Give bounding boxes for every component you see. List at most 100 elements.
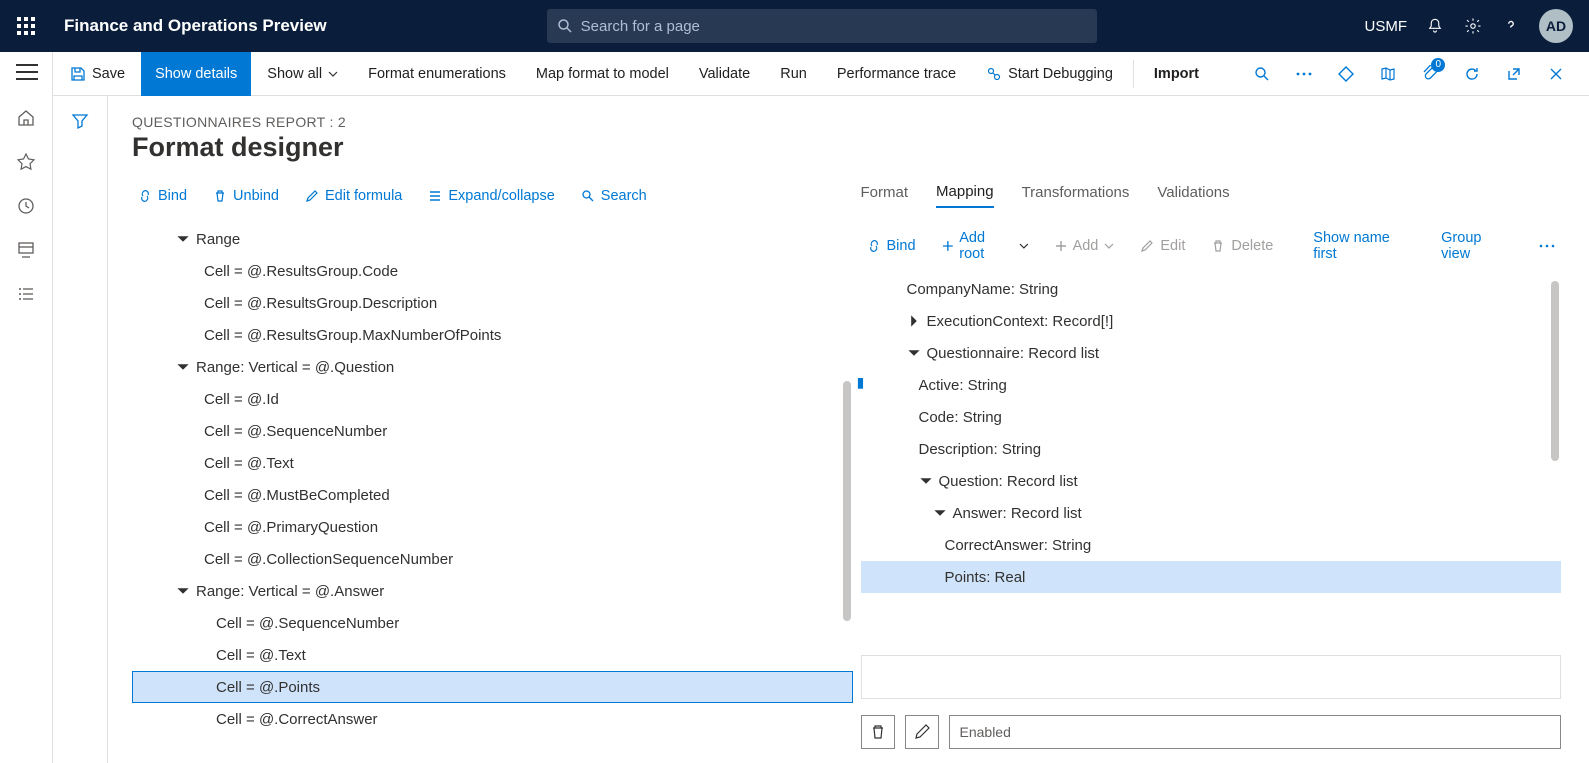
plus-icon bbox=[1055, 240, 1067, 252]
tree-row[interactable]: Cell = @.SequenceNumber bbox=[132, 607, 853, 639]
diamond-icon[interactable] bbox=[1331, 56, 1361, 92]
map-format-to-model-button[interactable]: Map format to model bbox=[522, 52, 683, 96]
map-icon[interactable] bbox=[1373, 56, 1403, 92]
tree-label: Cell = @.SequenceNumber bbox=[216, 615, 399, 632]
gear-icon[interactable] bbox=[1463, 16, 1483, 36]
tree-row[interactable]: Cell = @.Points bbox=[132, 671, 853, 703]
show-name-first-button[interactable]: Show name first bbox=[1307, 226, 1421, 266]
show-all-button[interactable]: Show all bbox=[253, 52, 352, 96]
tree-row[interactable]: Question: Record list bbox=[861, 465, 1562, 497]
tree-row[interactable]: Range: Vertical = @.Question bbox=[132, 351, 853, 383]
tree-row[interactable]: Cell = @.Id bbox=[132, 383, 853, 415]
tree-row[interactable]: Questionnaire: Record list bbox=[861, 337, 1562, 369]
close-icon[interactable] bbox=[1541, 56, 1571, 92]
format-enumerations-button[interactable]: Format enumerations bbox=[354, 52, 520, 96]
enabled-field[interactable]: Enabled bbox=[949, 715, 1562, 749]
search-icon bbox=[581, 189, 595, 203]
tree-row[interactable]: CorrectAnswer: String bbox=[861, 529, 1562, 561]
global-search-input[interactable] bbox=[581, 18, 1087, 35]
global-search[interactable] bbox=[547, 9, 1097, 43]
bind-button[interactable]: Bind bbox=[132, 184, 193, 208]
filter-icon[interactable] bbox=[71, 112, 89, 763]
tab-format[interactable]: Format bbox=[861, 184, 909, 207]
tree-search-button[interactable]: Search bbox=[575, 184, 653, 208]
help-icon[interactable] bbox=[1501, 16, 1521, 36]
tree-row[interactable]: CompanyName: String bbox=[861, 273, 1562, 305]
mapping-bind-button[interactable]: Bind bbox=[861, 234, 922, 258]
tree-row[interactable]: ExecutionContext: Record[!] bbox=[861, 305, 1562, 337]
tree-row[interactable]: Cell = @.MustBeCompleted bbox=[132, 479, 853, 511]
home-icon[interactable] bbox=[16, 108, 36, 128]
tab-transformations[interactable]: Transformations bbox=[1022, 184, 1130, 207]
toolbar-search-icon[interactable] bbox=[1247, 56, 1277, 92]
edit-formula-button[interactable]: Edit formula bbox=[299, 184, 408, 208]
tree-row[interactable]: Code: String bbox=[861, 401, 1562, 433]
unbind-button[interactable]: Unbind bbox=[207, 184, 285, 208]
list-icon bbox=[428, 189, 442, 203]
tree-label: Cell = @.Text bbox=[216, 647, 306, 664]
refresh-icon[interactable] bbox=[1457, 56, 1487, 92]
tree-row[interactable]: Cell = @.ResultsGroup.Code bbox=[132, 255, 853, 287]
expand-collapse-button[interactable]: Expand/collapse bbox=[422, 184, 560, 208]
tree-row[interactable]: Cell = @.Text bbox=[132, 639, 853, 671]
tab-validations[interactable]: Validations bbox=[1157, 184, 1229, 207]
app-launcher-icon[interactable] bbox=[0, 0, 52, 52]
tree-row[interactable]: Points: Real bbox=[861, 561, 1562, 593]
popout-icon[interactable] bbox=[1499, 56, 1529, 92]
command-bar: Save Show details Show all Format enumer… bbox=[0, 52, 1589, 96]
chevron-down-icon bbox=[1019, 241, 1029, 251]
tree-row[interactable]: Cell = @.PrimaryQuestion bbox=[132, 511, 853, 543]
scrollbar[interactable] bbox=[843, 381, 851, 621]
tab-mapping[interactable]: Mapping bbox=[936, 183, 994, 208]
tree-label: Active: String bbox=[919, 377, 1007, 394]
trash-icon bbox=[1211, 239, 1225, 253]
performance-trace-button[interactable]: Performance trace bbox=[823, 52, 970, 96]
link-icon bbox=[867, 239, 881, 253]
run-button[interactable]: Run bbox=[766, 52, 821, 96]
attach-icon[interactable]: 0 bbox=[1415, 56, 1445, 92]
show-details-button[interactable]: Show details bbox=[141, 52, 251, 96]
recent-icon[interactable] bbox=[16, 196, 36, 216]
app-title: Finance and Operations Preview bbox=[52, 16, 327, 36]
pencil-icon bbox=[1140, 239, 1154, 253]
formula-bar[interactable] bbox=[861, 655, 1562, 699]
breadcrumb: QUESTIONNAIRES REPORT : 2 bbox=[132, 114, 1589, 130]
validate-button[interactable]: Validate bbox=[685, 52, 764, 96]
tree-row[interactable]: Cell = @.ResultsGroup.Description bbox=[132, 287, 853, 319]
avatar[interactable]: AD bbox=[1539, 9, 1573, 43]
edit-button: Edit bbox=[1134, 234, 1191, 258]
delete-condition-button[interactable] bbox=[861, 715, 895, 749]
tree-row[interactable]: Cell = @.CorrectAnswer bbox=[132, 703, 853, 735]
mapping-tree[interactable]: CompanyName: StringExecutionContext: Rec… bbox=[861, 273, 1562, 643]
format-tree[interactable]: RangeCell = @.ResultsGroup.CodeCell = @.… bbox=[132, 223, 853, 763]
scrollbar[interactable] bbox=[1551, 281, 1559, 461]
start-debugging-button[interactable]: Start Debugging bbox=[972, 52, 1127, 96]
filter-column bbox=[53, 96, 108, 763]
tree-row[interactable]: Cell = @.SequenceNumber bbox=[132, 415, 853, 447]
tree-row[interactable]: Cell = @.CollectionSequenceNumber bbox=[132, 543, 853, 575]
mapping-pane: ▮ Format Mapping Transformations Validat… bbox=[861, 177, 1589, 763]
company-selector[interactable]: USMF bbox=[1365, 18, 1408, 35]
left-rail bbox=[0, 52, 53, 763]
workspace-icon[interactable] bbox=[16, 240, 36, 260]
tree-row[interactable]: Active: String bbox=[861, 369, 1562, 401]
add-root-button[interactable]: Add root bbox=[936, 226, 1035, 266]
tree-row[interactable]: Cell = @.ResultsGroup.MaxNumberOfPoints bbox=[132, 319, 853, 351]
modules-icon[interactable] bbox=[16, 284, 36, 304]
mapping-more-icon[interactable] bbox=[1533, 240, 1561, 252]
edit-condition-button[interactable] bbox=[905, 715, 939, 749]
tree-row[interactable]: Description: String bbox=[861, 433, 1562, 465]
tree-row[interactable]: Cell = @.Text bbox=[132, 447, 853, 479]
tree-row[interactable]: Answer: Record list bbox=[861, 497, 1562, 529]
tree-row[interactable]: Range: Vertical = @.Answer bbox=[132, 575, 853, 607]
hamburger-icon[interactable] bbox=[16, 64, 38, 80]
save-button[interactable]: Save bbox=[56, 52, 139, 96]
group-view-button[interactable]: Group view bbox=[1435, 226, 1519, 266]
star-icon[interactable] bbox=[16, 152, 36, 172]
bell-icon[interactable] bbox=[1425, 16, 1445, 36]
more-icon[interactable] bbox=[1289, 56, 1319, 92]
tree-row[interactable]: Range bbox=[132, 223, 853, 255]
tree-label: Cell = @.Points bbox=[216, 679, 320, 696]
tree-label: Points: Real bbox=[945, 569, 1026, 586]
import-button[interactable]: Import bbox=[1140, 52, 1213, 96]
